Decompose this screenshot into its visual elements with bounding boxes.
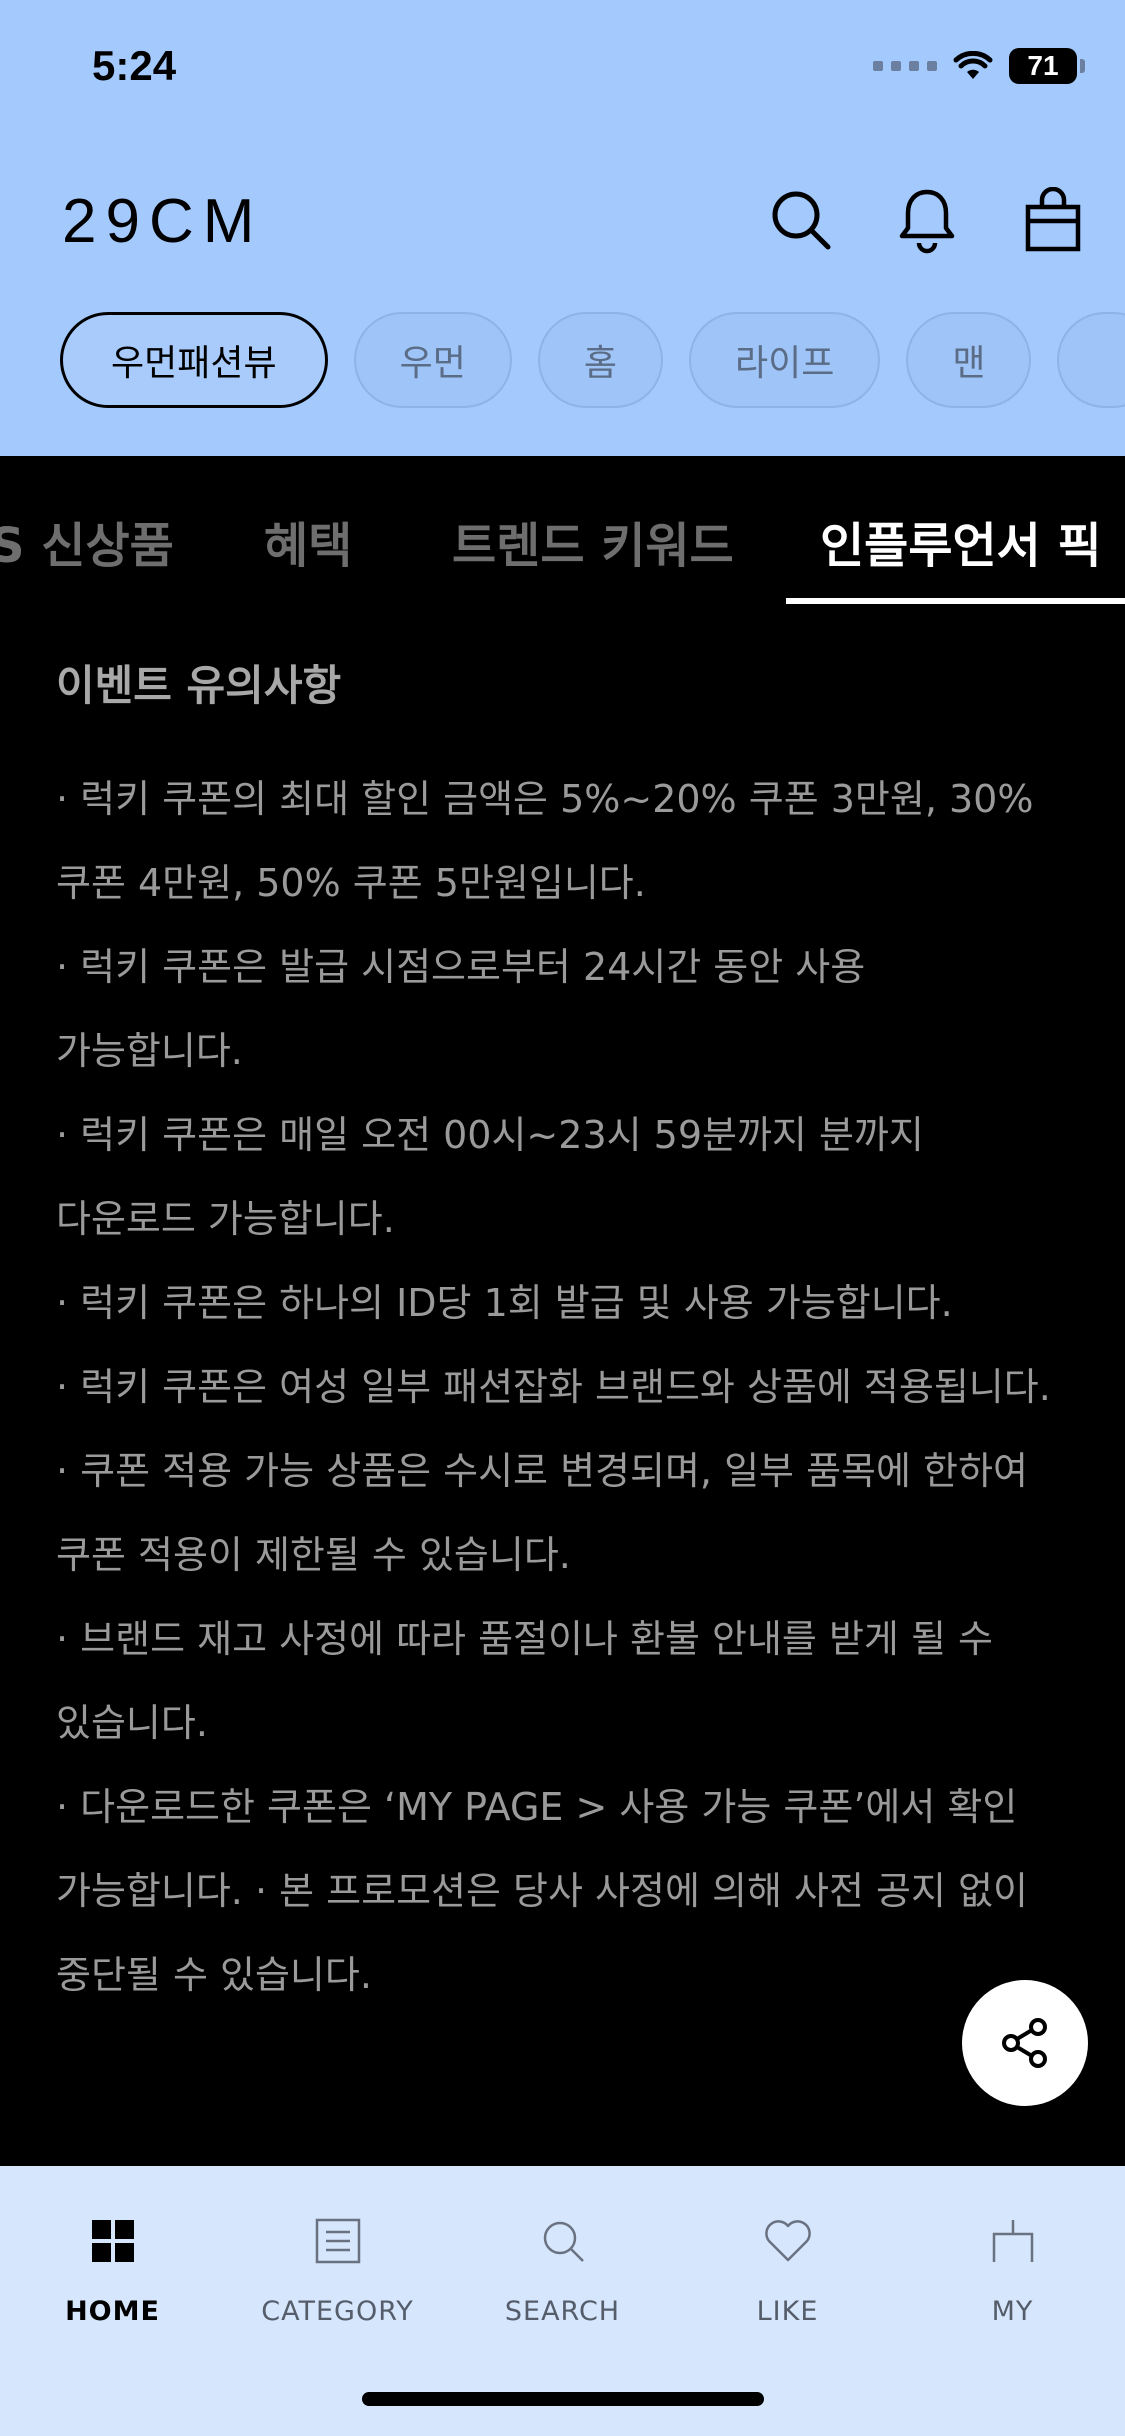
notice-line: 가능합니다. · 본 프로모션은 당사 사정에 의해 사전 공지 없이 [56, 1869, 1028, 1913]
chip-more[interactable] [1057, 312, 1125, 408]
my-page-icon [978, 2206, 1048, 2276]
status-icons: 71 [873, 48, 1085, 84]
chip-life[interactable]: 라이프 [688, 312, 881, 408]
notice-line: · 럭키 쿠폰은 여성 일부 패션잡화 브랜드와 상품에 적용됩니다. [56, 1365, 1051, 1409]
cellular-signal-icon [873, 61, 937, 71]
battery-indicator: 71 [1009, 48, 1085, 84]
home-indicator[interactable] [362, 2392, 764, 2406]
search-button[interactable] [765, 180, 837, 260]
notice-line: · 럭키 쿠폰은 매일 오전 00시~23시 59분까지 분까지 [56, 1113, 924, 1157]
app-logo[interactable]: 29CM [62, 186, 263, 257]
chip-home[interactable]: 홈 [537, 312, 663, 408]
nav-home[interactable]: HOME [0, 2206, 225, 2327]
nav-search-label: SEARCH [504, 2296, 621, 2327]
share-button[interactable] [962, 1980, 1088, 2106]
bell-icon [899, 189, 955, 254]
notice-line: · 다운로드한 쿠폰은 ‘MY PAGE > 사용 가능 쿠폰’에서 확인 [56, 1785, 1018, 1829]
tab-trend-keywords[interactable]: 트렌드 키워드 [452, 506, 734, 576]
notice-line: · 럭키 쿠폰은 발급 시점으로부터 24시간 동안 사용 [56, 945, 866, 989]
notice-line: 중단될 수 있습니다. [56, 1953, 372, 1997]
cart-button[interactable] [1017, 180, 1089, 260]
sub-tabs: S 신상품 혜택 트렌드 키워드 인플루언서 픽 [0, 456, 1125, 606]
chip-womens-fashion-beauty[interactable]: 우먼패션뷰 [60, 312, 328, 408]
notice-body: · 럭키 쿠폰의 최대 할인 금액은 5%~20% 쿠폰 3만원, 30% 쿠폰… [56, 757, 1076, 2017]
nav-category[interactable]: CATEGORY [225, 2206, 450, 2327]
active-tab-indicator [786, 598, 1125, 604]
nav-like-label: LIKE [756, 2296, 819, 2327]
tab-influencer-pick[interactable]: 인플루언서 픽 [820, 506, 1102, 576]
notice-line: · 럭키 쿠폰은 하나의 ID당 1회 발급 및 사용 가능합니다. [56, 1281, 953, 1325]
top-header: 5:24 71 29CM 우먼패션뷰 우먼 홈 라이프 맨 [0, 0, 1125, 456]
notice-line: 다운로드 가능합니다. [56, 1197, 395, 1241]
nav-my-label: MY [991, 2296, 1034, 2327]
category-list-icon [303, 2206, 373, 2276]
heart-icon [753, 2206, 823, 2276]
search-icon [772, 191, 831, 250]
notice-line: 있습니다. [56, 1701, 208, 1745]
notification-button[interactable] [891, 180, 963, 260]
nav-my[interactable]: MY [900, 2206, 1125, 2327]
notice-line: · 쿠폰 적용 가능 상품은 수시로 변경되며, 일부 품목에 한하여 [56, 1449, 1028, 1493]
home-grid-icon [78, 2206, 148, 2276]
nav-category-label: CATEGORY [261, 2296, 414, 2327]
category-chips: 우먼패션뷰 우먼 홈 라이프 맨 [60, 312, 1125, 408]
tab-new-arrivals[interactable]: S 신상품 [0, 506, 174, 576]
notice-title: 이벤트 유의사항 [56, 661, 342, 710]
share-icon [1002, 2018, 1047, 2068]
notice-line: · 브랜드 재고 사정에 따라 품절이나 환불 안내를 받게 될 수 [56, 1617, 993, 1661]
notice-line: 가능합니다. [56, 1029, 243, 1073]
notice-line: 쿠폰 적용이 제한될 수 있습니다. [56, 1533, 571, 1577]
event-notice: 이벤트 유의사항 · 럭키 쿠폰의 최대 할인 금액은 5%~20% 쿠폰 3만… [56, 652, 1076, 2017]
notice-line: 쿠폰 4만원, 50% 쿠폰 5만원입니다. [56, 861, 646, 905]
notice-line: · 럭키 쿠폰의 최대 할인 금액은 5%~20% 쿠폰 3만원, 30% [56, 777, 1034, 821]
nav-home-label: HOME [65, 2296, 160, 2327]
chip-men[interactable]: 맨 [906, 312, 1032, 408]
shopping-bag-icon [1025, 187, 1081, 252]
status-time: 5:24 [92, 42, 177, 89]
chip-women[interactable]: 우먼 [353, 312, 512, 408]
tab-benefits[interactable]: 혜택 [264, 506, 352, 576]
search-icon [528, 2206, 598, 2276]
wifi-icon [953, 51, 993, 79]
nav-like[interactable]: LIKE [675, 2206, 900, 2327]
nav-search[interactable]: SEARCH [450, 2206, 675, 2327]
